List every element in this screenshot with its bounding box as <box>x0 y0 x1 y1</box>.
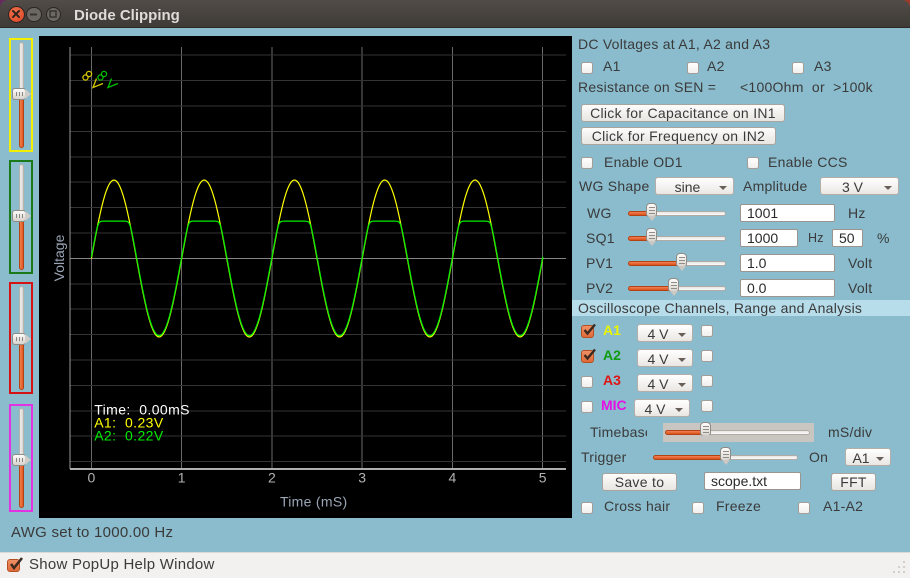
svg-text:4: 4 <box>449 470 457 486</box>
svg-text:Time (mS): Time (mS) <box>280 494 348 510</box>
svg-text:0: 0 <box>88 470 96 486</box>
svg-text:A2: 0.22V: A2: 0.22V <box>94 427 164 443</box>
svg-text:2: 2 <box>268 470 276 486</box>
svg-text:Voltage: Voltage <box>51 234 67 281</box>
svg-text:3: 3 <box>358 470 366 486</box>
svg-text:1: 1 <box>178 470 186 486</box>
svg-text:5: 5 <box>539 470 547 486</box>
